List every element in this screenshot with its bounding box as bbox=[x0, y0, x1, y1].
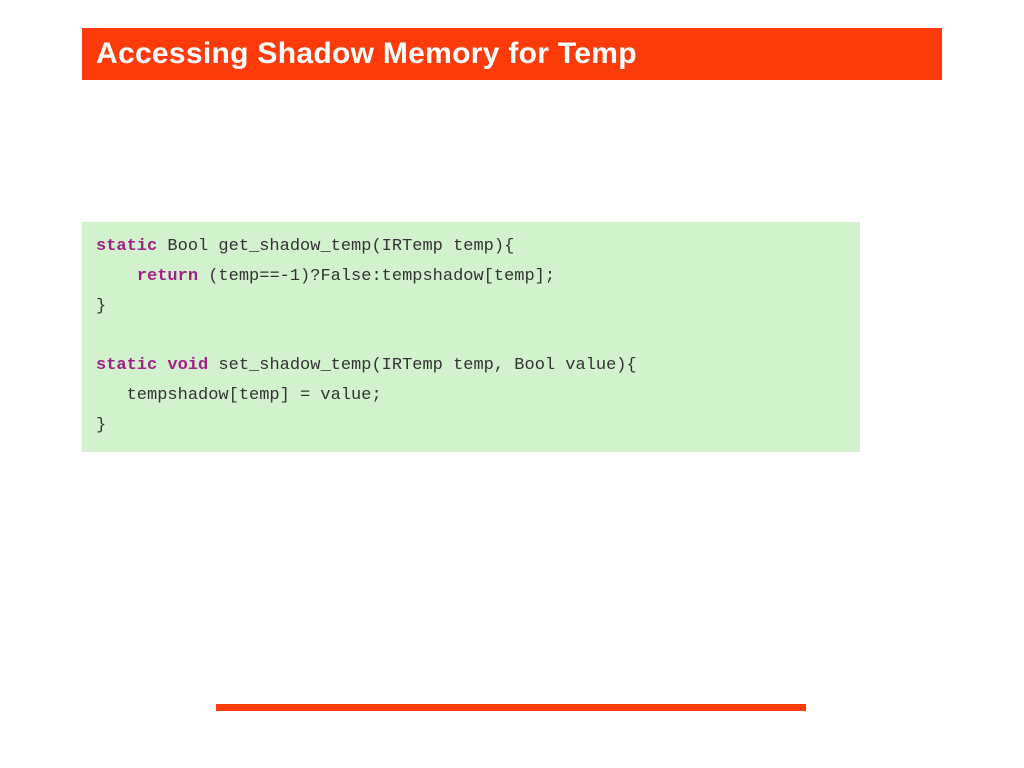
code-block: static Bool get_shadow_temp(IRTemp temp)… bbox=[82, 222, 860, 452]
keyword-static: static bbox=[96, 237, 157, 256]
footer-divider bbox=[216, 704, 806, 711]
code-text: } bbox=[96, 297, 106, 316]
code-text: Bool get_shadow_temp(IRTemp temp){ bbox=[157, 237, 514, 256]
slide-title-bar: Accessing Shadow Memory for Temp bbox=[82, 28, 942, 80]
keyword-static: static bbox=[96, 356, 157, 375]
code-text: set_shadow_temp(IRTemp temp, Bool value)… bbox=[208, 356, 636, 375]
keyword-return: return bbox=[137, 267, 198, 286]
code-text: (temp==-1)?False:tempshadow[temp]; bbox=[198, 267, 555, 286]
code-text: } bbox=[96, 416, 106, 435]
keyword-void: void bbox=[157, 356, 208, 375]
slide-title: Accessing Shadow Memory for Temp bbox=[96, 37, 637, 71]
code-text: tempshadow[temp] = value; bbox=[96, 386, 382, 405]
